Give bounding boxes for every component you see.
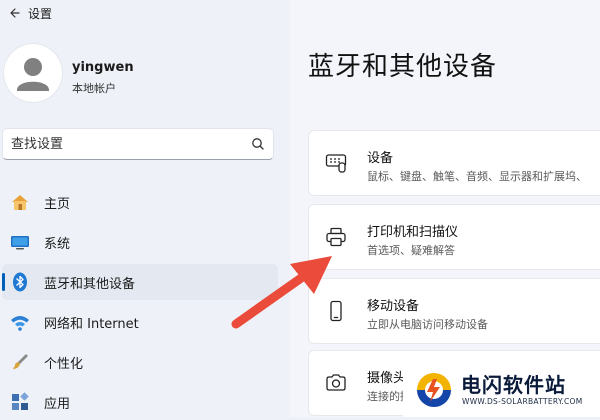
sidebar-item-label: 主页 — [44, 196, 71, 212]
card-mobile-devices[interactable]: 移动设备 立即从电脑访问移动设备 — [308, 278, 600, 344]
system-monitor-icon — [11, 236, 29, 250]
printer-icon — [326, 227, 346, 247]
card-title: 打印机和扫描仪 — [367, 225, 459, 240]
account-type: 本地帐户 — [72, 82, 116, 95]
brush-icon — [13, 354, 28, 369]
card-description: 首选项、疑难解答 — [367, 244, 455, 257]
search-icon[interactable] — [249, 135, 267, 153]
logo-name: 电闪软件站 — [461, 373, 566, 397]
back-arrow-icon[interactable] — [0, 0, 28, 26]
card-description: 鼠标、键盘、触笔、音频、显示器和扩展坞、 — [367, 170, 587, 183]
card-printers-scanners[interactable]: 打印机和扫描仪 首选项、疑难解答 — [308, 204, 600, 270]
devices-icon — [325, 154, 347, 173]
sidebar-item-label: 系统 — [44, 236, 71, 252]
title-bar: 设置 — [0, 0, 52, 26]
card-title: 摄像头 — [367, 371, 407, 386]
sidebar-item-label: 应用 — [44, 396, 71, 412]
camera-icon — [326, 374, 346, 391]
sidebar-item-network[interactable]: 网络和 Internet — [2, 304, 278, 340]
phone-icon — [330, 300, 342, 322]
sidebar-item-home[interactable]: 主页 — [2, 184, 278, 220]
bluetooth-icon — [13, 272, 27, 292]
apps-icon — [12, 392, 29, 410]
home-icon — [12, 195, 28, 210]
site-logo: 电闪软件站 WWW.DS-SOLARBATTERY.COM — [403, 362, 600, 417]
active-indicator — [2, 273, 5, 291]
logo-url: WWW.DS-SOLARBATTERY.COM — [462, 397, 583, 406]
sidebar-item-label: 蓝牙和其他设备 — [44, 276, 136, 292]
sidebar-item-label: 个性化 — [44, 356, 84, 372]
sidebar-item-apps[interactable]: 应用 — [2, 384, 278, 420]
page-title: 蓝牙和其他设备 — [308, 52, 498, 82]
user-silhouette-icon — [17, 58, 49, 91]
card-title: 设备 — [367, 151, 394, 166]
card-description: 立即从电脑访问移动设备 — [367, 318, 488, 331]
sidebar-item-bluetooth[interactable]: 蓝牙和其他设备 — [2, 264, 278, 300]
search-input[interactable] — [11, 134, 241, 154]
search-box — [2, 128, 274, 160]
username: yingwen — [72, 60, 134, 75]
settings-window: @打印机卫士 @打印机卫士 @打印机卫士 @打印机卫士 @打印机卫士 @打印机卫… — [0, 0, 600, 417]
card-title: 移动设备 — [367, 299, 420, 314]
window-title: 设置 — [28, 6, 53, 21]
sidebar-item-label: 网络和 Internet — [44, 316, 139, 332]
sidebar-item-personalization[interactable]: 个性化 — [2, 344, 278, 380]
card-devices[interactable]: 设备 鼠标、键盘、触笔、音频、显示器和扩展坞、 — [308, 130, 600, 196]
wifi-icon — [11, 316, 29, 331]
lightning-logo-icon — [417, 373, 451, 407]
sidebar: 设置 yingwen 本地帐户 主页 — [0, 0, 290, 417]
sidebar-item-system[interactable]: 系统 — [2, 224, 278, 260]
avatar[interactable] — [4, 44, 62, 102]
